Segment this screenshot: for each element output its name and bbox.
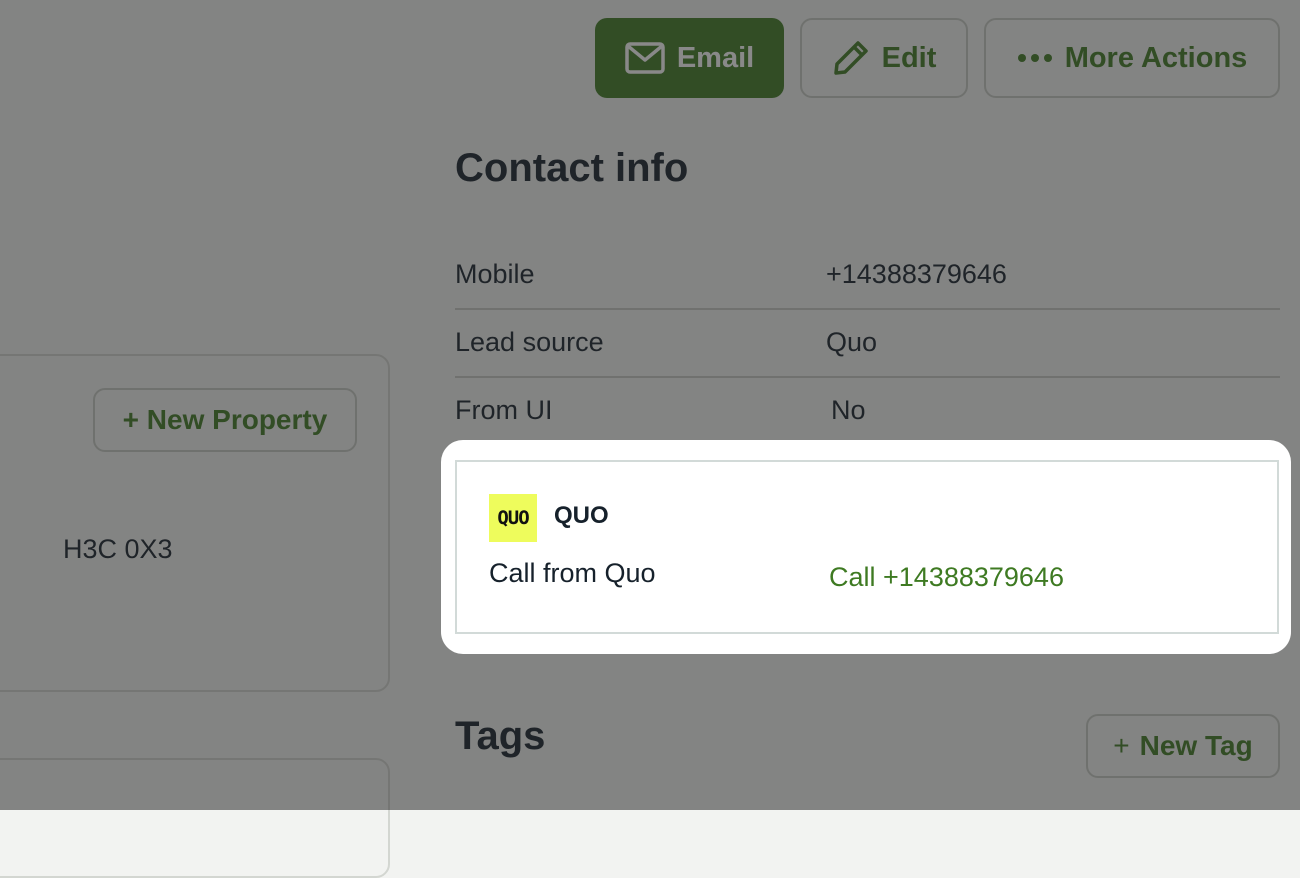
tags-title: Tags	[455, 714, 546, 758]
edit-button[interactable]: Edit	[800, 18, 968, 98]
info-label: Lead source	[455, 327, 604, 357]
pencil-icon	[832, 39, 870, 77]
more-actions-label: More Actions	[1064, 41, 1248, 74]
integration-brand-name: QUO	[554, 502, 609, 529]
email-button[interactable]: Email	[595, 18, 784, 98]
info-row-from-ui: From UI No	[455, 376, 1280, 444]
info-row-lead-source: Lead source Quo	[455, 308, 1280, 378]
new-property-button[interactable]: + New Property	[93, 388, 357, 452]
highlight-frame: QUO QUO Call from Quo Call +14388379646	[441, 440, 1291, 654]
call-link[interactable]: Call +14388379646	[829, 562, 1064, 593]
plus-icon: +	[1113, 730, 1130, 761]
info-value: No	[831, 395, 866, 425]
info-value: Quo	[826, 327, 878, 357]
info-label: Mobile	[455, 259, 535, 289]
contact-info-title: Contact info	[455, 146, 689, 190]
envelope-icon	[625, 42, 665, 74]
more-actions-button[interactable]: More Actions	[984, 18, 1280, 98]
quo-integration-card: QUO QUO Call from Quo Call +14388379646	[455, 460, 1279, 634]
info-row-mobile: Mobile +14388379646	[455, 240, 1280, 310]
quo-logo: QUO	[489, 494, 537, 542]
info-label: From UI	[455, 395, 553, 425]
edit-button-label: Edit	[881, 41, 937, 74]
new-tag-button[interactable]: + New Tag	[1086, 714, 1280, 778]
new-tag-label: New Tag	[1139, 730, 1253, 761]
postal-code: H3C 0X3	[63, 534, 173, 564]
integration-description: Call from Quo	[489, 558, 656, 588]
info-value: +14388379646	[826, 259, 1007, 289]
secondary-panel	[0, 758, 390, 878]
ellipsis-icon	[1017, 53, 1053, 63]
quo-logo-text: QUO	[497, 507, 529, 529]
email-button-label: Email	[676, 41, 755, 74]
